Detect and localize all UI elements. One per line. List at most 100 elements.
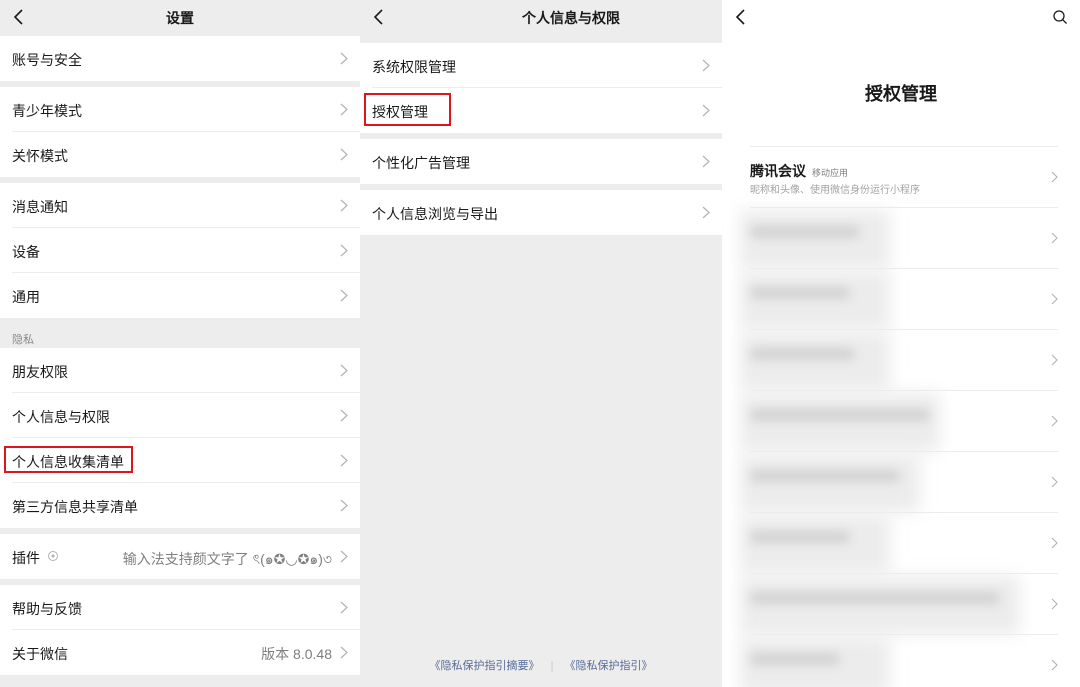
blurred-text — [750, 287, 850, 299]
chevron-right-icon — [340, 550, 348, 563]
row-account-security[interactable]: 账号与安全 — [0, 36, 360, 81]
row-value: 输入法支持颜文字了 ৎ(๑✪◡✪๑)৩ — [122, 551, 332, 567]
blurred-text — [750, 409, 930, 421]
blur-patch — [740, 271, 890, 329]
row-label: 个性化广告管理 — [372, 155, 470, 171]
row-general[interactable]: 通用 — [0, 273, 360, 318]
row-label: 关于微信 — [12, 646, 68, 662]
chevron-right-icon — [1051, 476, 1058, 488]
back-arrow-icon[interactable] — [732, 7, 752, 27]
section-label-privacy: 隐私 — [12, 334, 34, 346]
separator: | — [550, 660, 554, 672]
chevron-right-icon — [340, 103, 348, 116]
version-value: 版本 8.0.48 — [261, 646, 332, 662]
row-about-wechat[interactable]: 关于微信 版本 8.0.48 — [0, 630, 360, 675]
row-label: 第三方信息共享清单 — [12, 499, 138, 515]
row-label: 设备 — [12, 244, 40, 260]
row-browse-export[interactable]: 个人信息浏览与导出 — [360, 190, 722, 235]
row-personalized-ads[interactable]: 个性化广告管理 — [360, 139, 722, 184]
blurred-app-row[interactable] — [740, 512, 1058, 573]
chevron-right-icon — [1051, 232, 1058, 244]
back-arrow-icon[interactable] — [370, 7, 390, 27]
chevron-right-icon — [1051, 659, 1058, 671]
blurred-text — [750, 226, 860, 238]
blurred-text — [750, 470, 900, 482]
blurred-app-row[interactable] — [740, 451, 1058, 512]
settings-group-general: 消息通知 设备 通用 — [0, 183, 360, 318]
highlight-box — [364, 93, 451, 126]
app-type-tag: 移动应用 — [812, 168, 849, 178]
row-label: 朋友权限 — [12, 364, 68, 380]
row-label: 个人信息浏览与导出 — [372, 206, 498, 222]
row-label: 个人信息与权限 — [12, 409, 110, 425]
blurred-text — [750, 531, 850, 543]
page-title: 授权管理 — [865, 84, 937, 104]
personal-info-screen: 个人信息与权限 系统权限管理 授权管理 个性化广告管理 个人信息浏览与导出 《隐… — [360, 0, 722, 687]
row-system-permissions[interactable]: 系统权限管理 — [360, 43, 722, 88]
settings-group-privacy: 朋友权限 个人信息与权限 个人信息收集清单 第三方信息共享清单 — [0, 348, 360, 528]
chevron-right-icon — [702, 206, 710, 219]
chevron-right-icon — [1051, 293, 1058, 305]
chevron-right-icon — [702, 104, 710, 117]
row-teen-mode[interactable]: 青少年模式 — [0, 87, 360, 132]
row-label: 消息通知 — [12, 199, 68, 215]
blurred-app-row[interactable] — [740, 390, 1058, 451]
blurred-text — [750, 592, 1000, 604]
chevron-right-icon — [340, 244, 348, 257]
row-care-mode[interactable]: 关怀模式 — [0, 132, 360, 177]
chevron-right-icon — [1051, 354, 1058, 366]
chevron-right-icon — [340, 289, 348, 302]
chevron-right-icon — [340, 646, 348, 659]
blurred-text — [750, 348, 855, 360]
page-title: 个人信息与权限 — [522, 10, 620, 26]
personal-group-ads: 个性化广告管理 — [360, 139, 722, 184]
blurred-app-row[interactable] — [740, 329, 1058, 390]
chevron-right-icon — [1051, 415, 1058, 427]
row-label: 青少年模式 — [12, 103, 82, 119]
row-label: 关怀模式 — [12, 148, 68, 164]
blur-patch — [740, 515, 890, 573]
highlight-box — [4, 446, 133, 473]
blurred-app-row[interactable] — [740, 268, 1058, 329]
authorized-app-row[interactable]: 腾讯会议 移动应用 昵称和头像、使用微信身份运行小程序 — [750, 146, 1058, 207]
blur-patch — [740, 454, 920, 512]
chevron-right-icon — [340, 52, 348, 65]
chevron-right-icon — [340, 454, 348, 467]
privacy-guide-link[interactable]: 《隐私保护指引》 — [564, 660, 652, 672]
privacy-summary-link[interactable]: 《隐私保护指引摘要》 — [430, 660, 540, 672]
authorization-screen: 授权管理 腾讯会议 移动应用 昵称和头像、使用微信身份运行小程序 — [722, 0, 1080, 687]
blurred-app-row[interactable] — [740, 207, 1058, 268]
settings-group-account: 账号与安全 — [0, 36, 360, 81]
page-title: 设置 — [166, 10, 194, 26]
settings-group-modes: 青少年模式 关怀模式 — [0, 87, 360, 177]
row-help-feedback[interactable]: 帮助与反馈 — [0, 585, 360, 630]
chevron-right-icon — [1051, 598, 1058, 610]
blur-patch — [740, 393, 940, 451]
settings-group-plugins: 插件 输入法支持颜文字了 ৎ(๑✪◡✪๑)৩ — [0, 534, 360, 579]
personal-group-browse: 个人信息浏览与导出 — [360, 190, 722, 235]
row-third-party-sharing-list[interactable]: 第三方信息共享清单 — [0, 483, 360, 528]
authorization-navbar — [722, 0, 1080, 36]
row-personal-info-permissions[interactable]: 个人信息与权限 — [0, 393, 360, 438]
row-label: 系统权限管理 — [372, 59, 456, 75]
row-notifications[interactable]: 消息通知 — [0, 183, 360, 228]
row-label: 帮助与反馈 — [12, 601, 82, 617]
blur-patch — [740, 210, 890, 268]
personal-info-navbar: 个人信息与权限 — [360, 0, 722, 36]
row-friend-permissions[interactable]: 朋友权限 — [0, 348, 360, 393]
row-devices[interactable]: 设备 — [0, 228, 360, 273]
settings-group-about: 帮助与反馈 关于微信 版本 8.0.48 — [0, 585, 360, 675]
blurred-app-row[interactable] — [740, 573, 1058, 634]
blurred-app-row[interactable] — [740, 634, 1058, 687]
app-permission-desc: 昵称和头像、使用微信身份运行小程序 — [750, 185, 920, 196]
app-name-text: 腾讯会议 — [750, 163, 806, 179]
blur-patch — [740, 332, 890, 390]
chevron-right-icon — [340, 601, 348, 614]
search-icon[interactable] — [1052, 9, 1068, 25]
blurred-text — [750, 653, 840, 665]
plugin-badge-icon — [48, 551, 58, 561]
chevron-right-icon — [702, 155, 710, 168]
settings-navbar: 设置 — [0, 0, 360, 36]
privacy-footer-links: 《隐私保护指引摘要》 | 《隐私保护指引》 — [360, 657, 722, 673]
row-plugins[interactable]: 插件 输入法支持颜文字了 ৎ(๑✪◡✪๑)৩ — [0, 534, 360, 579]
